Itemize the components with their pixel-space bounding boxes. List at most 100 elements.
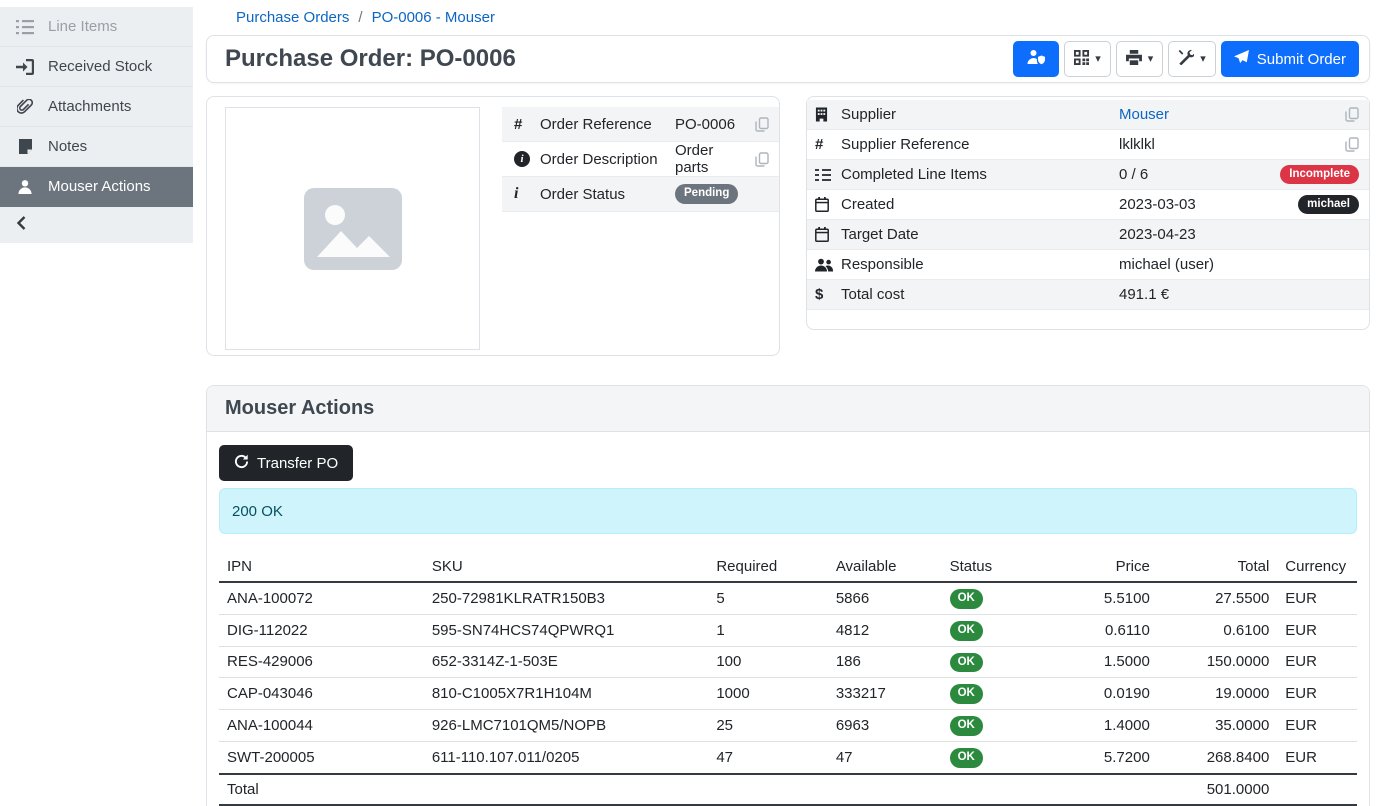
image-icon	[304, 188, 402, 270]
cell-available: 5866	[828, 582, 942, 614]
completed-line-items-value: 0 / 6	[1119, 166, 1148, 183]
cell-required: 100	[708, 646, 827, 678]
order-details-table: # Order Reference PO-0006 i Order Descri…	[502, 107, 779, 212]
breadcrumb-link-current-order[interactable]: PO-0006 - Mouser	[372, 9, 495, 26]
target-date-value: 2023-04-23	[1119, 226, 1196, 243]
ok-badge: OK	[950, 653, 983, 673]
order-status-badge: Pending	[675, 184, 738, 204]
column-header-required: Required	[708, 554, 827, 582]
printer-icon	[1126, 50, 1142, 69]
cell-sku: 250-72981KLRATR150B3	[424, 582, 709, 614]
order-description-value: Order parts	[675, 142, 747, 176]
sidebar-item-mouser-actions[interactable]: Mouser Actions	[0, 167, 193, 207]
sidebar-item-label: Attachments	[48, 98, 131, 115]
supplier-link[interactable]: Mouser	[1119, 106, 1169, 123]
cell-currency: EUR	[1277, 646, 1357, 678]
copy-icon	[755, 117, 769, 132]
info-icon: i	[514, 151, 540, 167]
cell-available: 186	[828, 646, 942, 678]
breadcrumb-separator: /	[358, 9, 362, 26]
cell-ipn: DIG-112022	[219, 614, 424, 646]
barcode-menu-button[interactable]: ▾	[1064, 41, 1111, 77]
sidebar-item-line-items[interactable]: Line Items	[0, 7, 193, 47]
copy-icon	[1345, 107, 1359, 122]
detail-label: Responsible	[841, 256, 1119, 273]
footer-total-label: Total	[219, 774, 424, 805]
cell-ipn: CAP-043046	[219, 678, 424, 710]
cell-total: 27.5500	[1158, 582, 1277, 614]
cell-total: 268.8400	[1158, 741, 1277, 773]
order-options-menu-button[interactable]: ▾	[1168, 41, 1216, 77]
sidebar-item-label: Mouser Actions	[48, 178, 151, 195]
detail-label: Completed Line Items	[841, 166, 1119, 183]
status-alert: 200 OK	[219, 488, 1357, 534]
created-by-badge: michael	[1298, 195, 1359, 215]
submit-order-button[interactable]: Submit Order	[1221, 41, 1359, 77]
cell-total: 19.0000	[1158, 678, 1277, 710]
created-date-value: 2023-03-03	[1119, 196, 1196, 213]
total-cost-value: 491.1 €	[1119, 286, 1169, 303]
mouser-actions-panel: Mouser Actions Transfer PO 200 OK	[206, 385, 1370, 806]
order-image-placeholder[interactable]	[225, 107, 480, 350]
cell-sku: 611-110.107.011/0205	[424, 741, 709, 773]
table-row: DIG-112022 595-SN74HCS74QPWRQ1 1 4812 OK…	[219, 614, 1357, 646]
detail-label: Order Status	[540, 186, 675, 203]
sidebar-item-label: Line Items	[48, 18, 117, 35]
sidebar-collapse-button[interactable]	[0, 207, 193, 243]
panel-header: Mouser Actions	[207, 386, 1369, 432]
chevron-left-icon	[16, 216, 27, 234]
cell-ipn: ANA-100072	[219, 582, 424, 614]
cell-price: 5.5100	[1044, 582, 1158, 614]
tools-icon	[1178, 49, 1194, 69]
sidebar-item-notes[interactable]: Notes	[0, 127, 193, 167]
copy-button[interactable]	[755, 152, 769, 167]
incomplete-badge: Incomplete	[1280, 165, 1359, 185]
print-menu-button[interactable]: ▾	[1116, 41, 1164, 77]
breadcrumb-link-purchase-orders[interactable]: Purchase Orders	[236, 9, 349, 26]
table-row: ANA-100044 926-LMC7101QM5/NOPB 25 6963 O…	[219, 710, 1357, 742]
copy-icon	[1345, 137, 1359, 152]
copy-button[interactable]	[1345, 137, 1359, 152]
cell-ipn: RES-429006	[219, 646, 424, 678]
cell-sku: 926-LMC7101QM5/NOPB	[424, 710, 709, 742]
cell-currency: EUR	[1277, 741, 1357, 773]
main-content: Purchase Orders / PO-0006 - Mouser Purch…	[193, 0, 1383, 794]
supplier-reference-value: lklklkl	[1119, 136, 1155, 153]
detail-row-order-reference: # Order Reference PO-0006	[502, 107, 779, 142]
copy-button[interactable]	[1345, 107, 1359, 122]
ok-badge: OK	[950, 716, 983, 736]
list-check-icon	[815, 168, 841, 182]
responsible-value: michael (user)	[1119, 256, 1214, 273]
hash-icon: #	[815, 136, 841, 153]
users-icon	[815, 258, 841, 272]
sidebar-item-received-stock[interactable]: Received Stock	[0, 47, 193, 87]
copy-button[interactable]	[755, 117, 769, 132]
column-header-price: Price	[1044, 554, 1158, 582]
transfer-po-button[interactable]: Transfer PO	[219, 445, 353, 481]
cell-status: OK	[942, 741, 1044, 773]
list-icon	[16, 19, 34, 35]
cell-price: 1.5000	[1044, 646, 1158, 678]
cell-status: OK	[942, 646, 1044, 678]
paperclip-icon	[16, 99, 34, 115]
chevron-down-icon: ▾	[1148, 54, 1154, 65]
calendar-icon	[815, 227, 841, 242]
breadcrumb: Purchase Orders / PO-0006 - Mouser	[193, 0, 1383, 35]
send-icon	[1234, 50, 1249, 69]
cell-currency: EUR	[1277, 614, 1357, 646]
detail-row-total-cost: $ Total cost 491.1 €	[807, 280, 1369, 310]
table-row: ANA-100072 250-72981KLRATR150B3 5 5866 O…	[219, 582, 1357, 614]
page-header-panel: Purchase Order: PO-0006 ▾	[206, 35, 1370, 83]
cell-status: OK	[942, 678, 1044, 710]
supplier-parts-button[interactable]	[1013, 41, 1059, 77]
table-row: RES-429006 652-3314Z-1-503E 100 186 OK 1…	[219, 646, 1357, 678]
note-icon	[16, 139, 34, 155]
status-icon: i	[514, 185, 540, 203]
cell-sku: 652-3314Z-1-503E	[424, 646, 709, 678]
ok-badge: OK	[950, 748, 983, 768]
user-icon	[16, 179, 34, 195]
chevron-down-icon: ▾	[1095, 54, 1101, 65]
cell-price: 0.6110	[1044, 614, 1158, 646]
column-header-ipn: IPN	[219, 554, 424, 582]
sidebar-item-attachments[interactable]: Attachments	[0, 87, 193, 127]
